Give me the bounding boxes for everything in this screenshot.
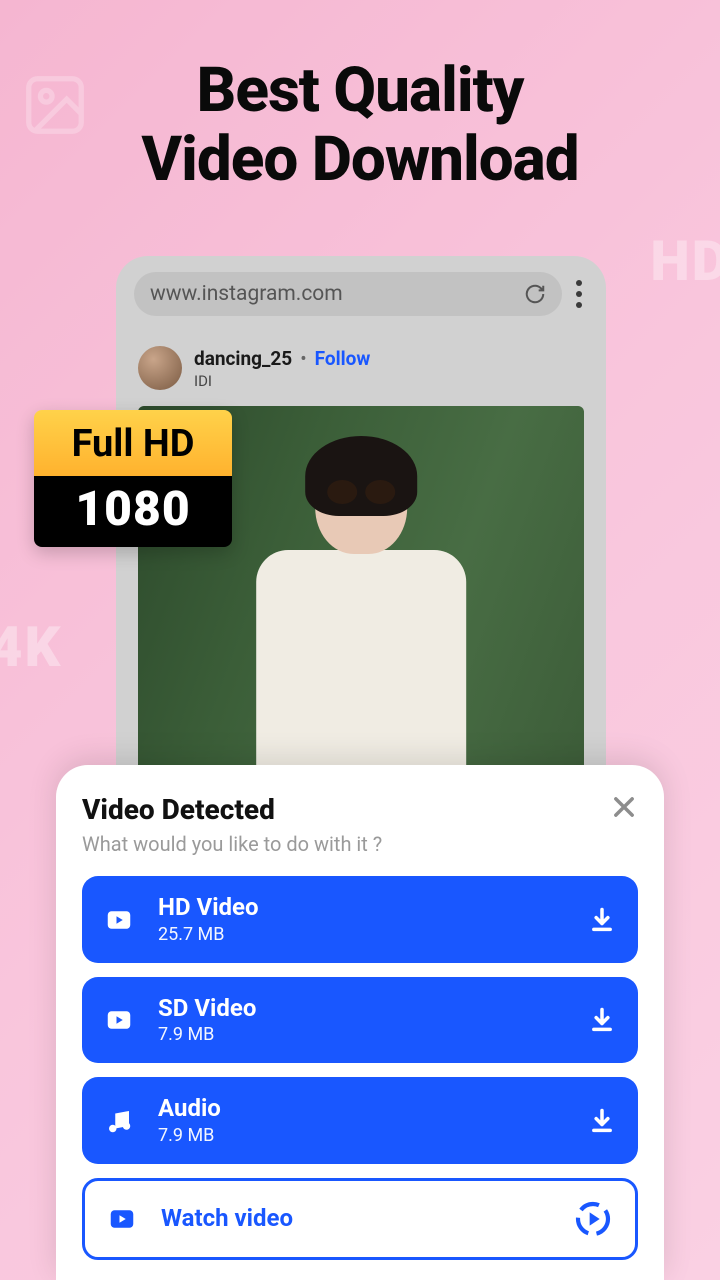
hd-video-option[interactable]: HD Video 25.7 MB bbox=[82, 876, 638, 963]
headline: Best Quality Video Download bbox=[0, 0, 720, 195]
more-menu-icon[interactable] bbox=[576, 280, 588, 308]
reload-icon[interactable] bbox=[524, 283, 546, 305]
play-circle-icon bbox=[573, 1199, 613, 1239]
download-icon bbox=[588, 906, 616, 934]
option-size: 25.7 MB bbox=[158, 924, 588, 945]
headline-line-1: Best Quality bbox=[197, 54, 524, 127]
video-icon bbox=[104, 905, 134, 935]
option-size: 7.9 MB bbox=[158, 1024, 588, 1045]
play-icon bbox=[107, 1204, 137, 1234]
option-title: Audio bbox=[158, 1095, 588, 1123]
image-placeholder-icon bbox=[20, 70, 90, 140]
option-title: Watch video bbox=[161, 1205, 573, 1233]
url-bar[interactable]: www.instagram.com bbox=[134, 272, 562, 316]
option-title: SD Video bbox=[158, 995, 588, 1023]
option-size: 7.9 MB bbox=[158, 1125, 588, 1146]
sd-video-option[interactable]: SD Video 7.9 MB bbox=[82, 977, 638, 1064]
download-icon bbox=[588, 1006, 616, 1034]
video-detected-sheet: Video Detected What would you like to do… bbox=[56, 765, 664, 1280]
close-icon[interactable] bbox=[610, 793, 638, 821]
user-subline: IDI bbox=[194, 372, 370, 390]
headline-line-2: Video Download bbox=[141, 123, 578, 196]
url-text: www.instagram.com bbox=[150, 282, 343, 306]
audio-option[interactable]: Audio 7.9 MB bbox=[82, 1077, 638, 1164]
option-title: HD Video bbox=[158, 894, 588, 922]
sheet-title: Video Detected bbox=[82, 793, 382, 826]
badge-top-label: Full HD bbox=[34, 410, 232, 476]
badge-bottom-label: 1080 bbox=[34, 476, 232, 547]
browser-bar: www.instagram.com bbox=[116, 256, 606, 332]
avatar[interactable] bbox=[138, 346, 182, 390]
video-icon bbox=[104, 1005, 134, 1035]
download-icon bbox=[588, 1107, 616, 1135]
sheet-subtitle: What would you like to do with it ? bbox=[82, 832, 382, 856]
background-4k-text: 4K bbox=[0, 614, 62, 680]
full-hd-badge: Full HD 1080 bbox=[34, 410, 232, 547]
music-icon bbox=[104, 1106, 134, 1136]
username[interactable]: dancing_25 bbox=[194, 347, 292, 370]
background-hd-text: HD bbox=[650, 228, 720, 294]
watch-video-option[interactable]: Watch video bbox=[82, 1178, 638, 1260]
post-header: dancing_25 • Follow IDI bbox=[116, 332, 606, 400]
follow-link[interactable]: Follow bbox=[315, 347, 371, 370]
separator-dot: • bbox=[300, 347, 306, 370]
